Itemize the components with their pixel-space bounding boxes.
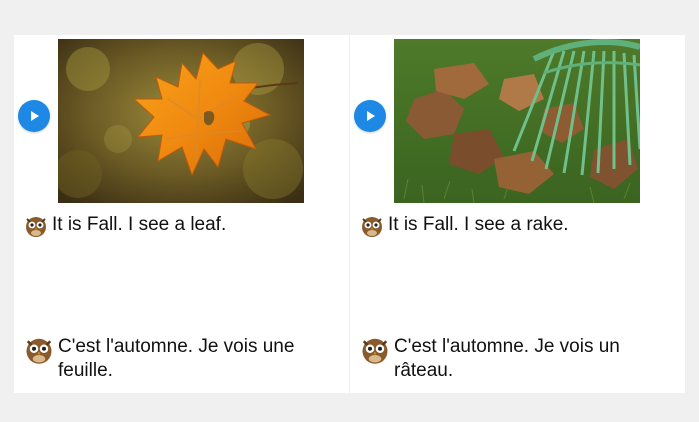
play-icon <box>367 111 375 121</box>
owl-icon <box>360 214 384 238</box>
english-sentence: It is Fall. I see a rake. <box>360 213 569 238</box>
play-audio-button[interactable] <box>354 100 386 132</box>
english-sentence: It is Fall. I see a leaf. <box>24 213 226 238</box>
owl-icon <box>24 214 48 238</box>
flashcard-stage: It is Fall. I see a leaf. C'est l'automn… <box>0 0 699 422</box>
owl-icon <box>24 335 54 365</box>
flashcard-rake: It is Fall. I see a rake. C'est l'automn… <box>350 35 685 393</box>
french-text: C'est l'automne. Je vois une feuille. <box>58 336 295 381</box>
french-sentence: C'est l'automne. Je vois une feuille. <box>24 335 308 383</box>
rake-photo <box>394 39 640 203</box>
owl-icon <box>360 335 390 365</box>
english-text: It is Fall. I see a leaf. <box>52 214 227 235</box>
english-text: It is Fall. I see a rake. <box>388 214 569 235</box>
french-text: C'est l'automne. Je vois un râteau. <box>394 336 620 381</box>
flashcard-leaf: It is Fall. I see a leaf. C'est l'automn… <box>14 35 349 393</box>
french-sentence: C'est l'automne. Je vois un râteau. <box>360 335 644 383</box>
play-audio-button[interactable] <box>18 100 50 132</box>
leaf-photo <box>58 39 304 203</box>
play-icon <box>31 111 39 121</box>
